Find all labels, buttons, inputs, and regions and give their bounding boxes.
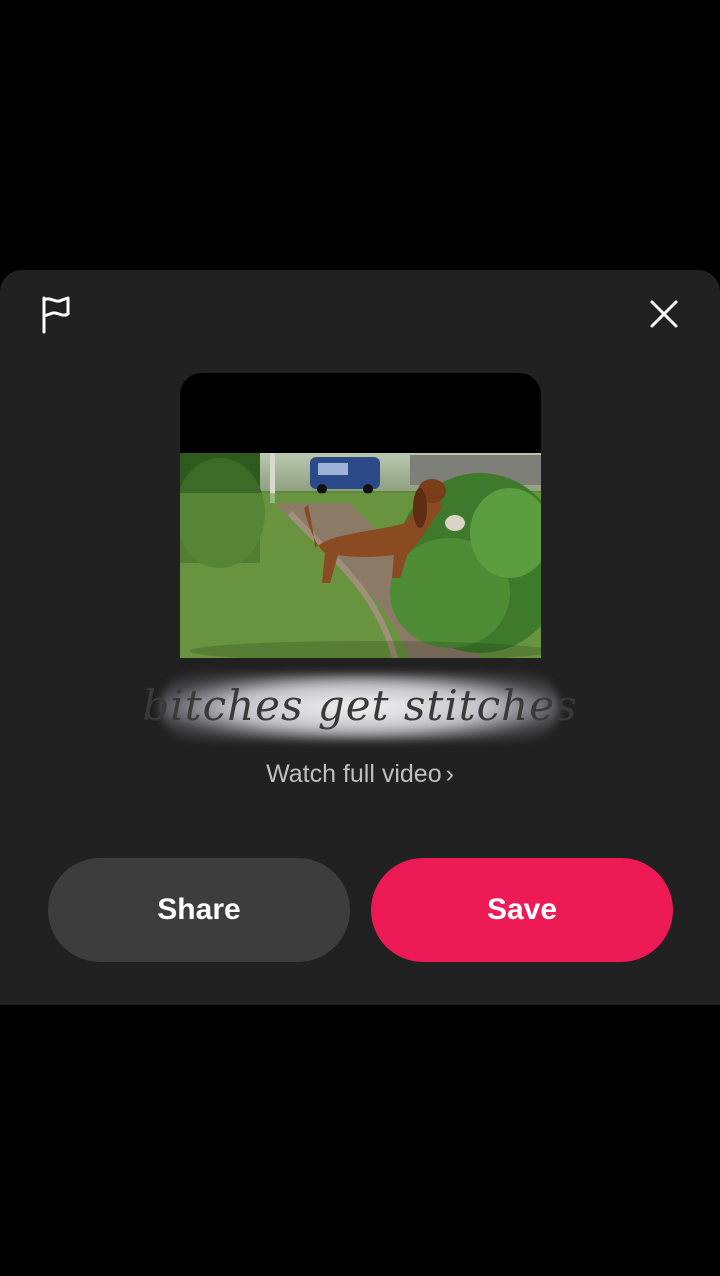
caption-text: bitches get stitches [142, 680, 578, 730]
screen: bitches get stitches Watch full video › S… [0, 0, 720, 1276]
watch-full-video-label: Watch full video [266, 760, 442, 788]
share-button-label: Share [157, 893, 241, 926]
close-button[interactable] [638, 288, 690, 340]
video-caption: bitches get stitches [142, 655, 577, 755]
save-button[interactable]: Save [371, 858, 673, 962]
save-video-sheet: bitches get stitches Watch full video › S… [0, 270, 720, 1005]
report-button[interactable] [30, 288, 82, 340]
close-icon [650, 300, 678, 328]
share-button[interactable]: Share [48, 858, 350, 962]
flag-icon [42, 296, 70, 334]
chevron-right-icon: › [445, 760, 454, 788]
watch-full-video-link[interactable]: Watch full video › [0, 760, 720, 789]
video-thumbnail[interactable] [180, 373, 541, 658]
save-button-label: Save [486, 893, 558, 926]
video-frame-image [180, 453, 541, 658]
